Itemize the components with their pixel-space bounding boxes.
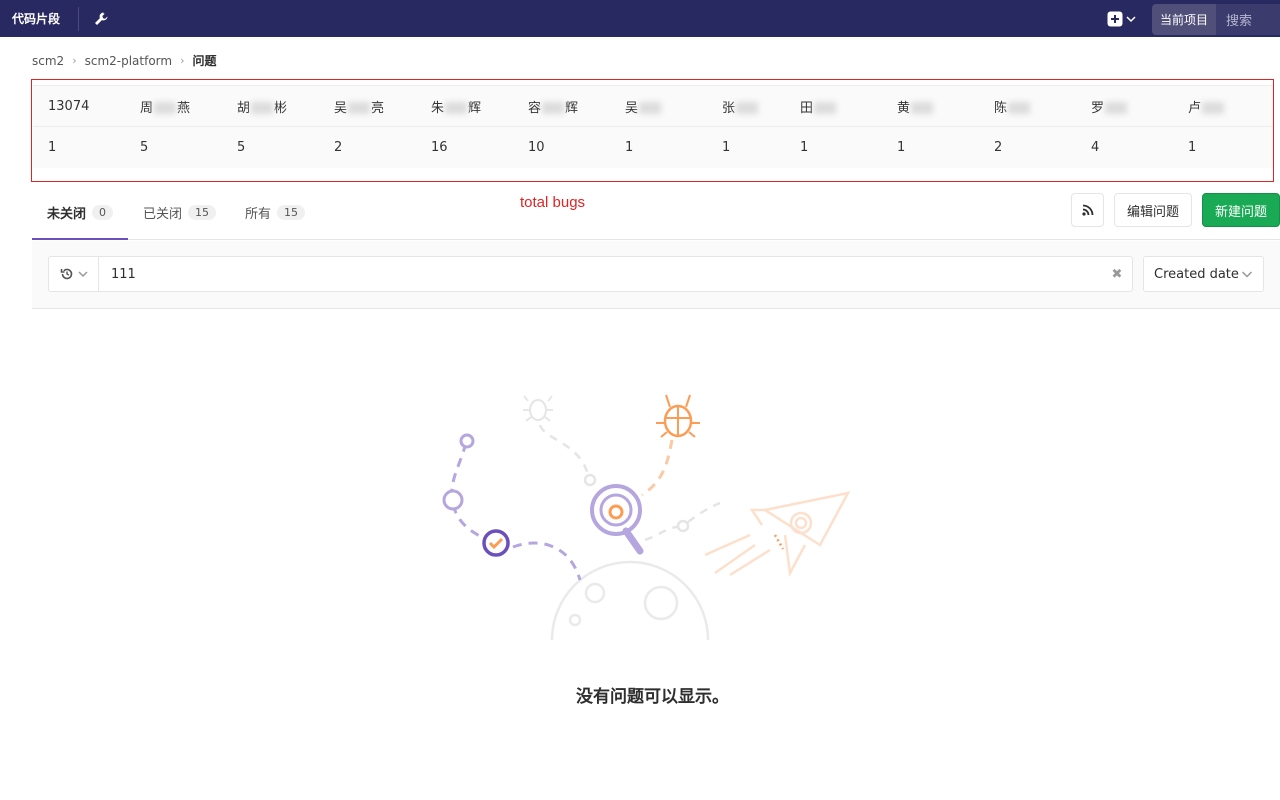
search-input[interactable]: 搜索 bbox=[1216, 3, 1280, 35]
new-issue-button[interactable]: 新建问题 bbox=[1202, 193, 1280, 227]
redacted-mark bbox=[639, 102, 662, 114]
redacted-mark bbox=[814, 102, 837, 114]
stats-value-cell: 1 bbox=[882, 126, 979, 168]
stats-header-cell: 田 bbox=[785, 85, 882, 127]
stats-value-cell: 1 bbox=[707, 126, 785, 168]
tab-opened[interactable]: 未关闭 0 bbox=[32, 186, 128, 240]
tab-all[interactable]: 所有 15 bbox=[245, 186, 306, 239]
stats-value-cell: 2 bbox=[979, 126, 1076, 168]
empty-state-message: 没有问题可以显示。 bbox=[576, 687, 729, 707]
tab-label: 已关闭 bbox=[143, 207, 183, 222]
search-input[interactable]: 111 bbox=[99, 267, 1102, 282]
rss-icon bbox=[1081, 204, 1093, 216]
navbar-divider bbox=[78, 6, 80, 31]
edit-issues-button[interactable]: 编辑问题 bbox=[1114, 193, 1192, 227]
stats-header-cell: 张 bbox=[707, 85, 785, 127]
clear-search-icon[interactable]: ✖ bbox=[1102, 267, 1132, 282]
stats-values-row: 1 5 5 2 16 10 1 1 1 1 2 4 1 bbox=[33, 126, 1273, 168]
stats-header-cell: 吴亮 bbox=[319, 85, 416, 127]
plus-square-icon bbox=[1107, 11, 1123, 26]
breadcrumb-chevron-icon: › bbox=[180, 54, 185, 67]
admin-wrench-icon[interactable] bbox=[89, 7, 113, 31]
stats-header-cell: 吴 bbox=[610, 85, 707, 127]
snippets-link[interactable]: 代码片段 bbox=[0, 10, 72, 27]
sort-label: Created date bbox=[1154, 266, 1239, 282]
stats-value-cell: 16 bbox=[416, 126, 513, 168]
rss-button[interactable] bbox=[1071, 193, 1104, 227]
stats-header-cell: 胡彬 bbox=[222, 85, 319, 127]
stats-header-cell: 朱辉 bbox=[416, 85, 513, 127]
redacted-mark bbox=[445, 102, 468, 114]
chevron-down-icon bbox=[1126, 15, 1136, 22]
stats-header-cell: 13074 bbox=[33, 85, 125, 127]
redacted-mark bbox=[251, 102, 274, 114]
stats-value-cell: 1 bbox=[610, 126, 707, 168]
bug-stats-box: 13074 周燕 胡彬 吴亮 朱辉 容辉 吴 张 田 黄 陈 罗 卢 1 5 5… bbox=[31, 79, 1274, 182]
redacted-mark bbox=[542, 102, 565, 114]
stats-header-cell: 罗 bbox=[1076, 85, 1173, 127]
tab-count-badge: 15 bbox=[277, 205, 306, 220]
stats-value-cell: 4 bbox=[1076, 126, 1173, 168]
redacted-mark bbox=[1105, 102, 1128, 114]
redacted-mark bbox=[348, 102, 371, 114]
history-icon bbox=[60, 268, 72, 280]
breadcrumb-project[interactable]: scm2-platform bbox=[85, 54, 173, 68]
stats-value-cell: 10 bbox=[513, 126, 610, 168]
stats-header-cell: 卢 bbox=[1173, 85, 1273, 127]
breadcrumb-chevron-icon: › bbox=[72, 54, 77, 67]
stats-header-row: 13074 周燕 胡彬 吴亮 朱辉 容辉 吴 张 田 黄 陈 罗 卢 bbox=[33, 85, 1273, 127]
bug-stats-table: 13074 周燕 胡彬 吴亮 朱辉 容辉 吴 张 田 黄 陈 罗 卢 1 5 5… bbox=[33, 85, 1273, 168]
tab-label: 未关闭 bbox=[47, 206, 87, 222]
redacted-mark bbox=[154, 102, 177, 114]
stats-value-cell: 1 bbox=[33, 126, 125, 168]
empty-issues-illustration bbox=[442, 394, 851, 641]
stats-value-cell: 2 bbox=[319, 126, 416, 168]
stats-header-cell: 周燕 bbox=[125, 85, 222, 127]
stats-header-cell: 黄 bbox=[882, 85, 979, 127]
tab-count-badge: 0 bbox=[92, 204, 114, 220]
redacted-mark bbox=[911, 102, 934, 114]
filter-bar: 111 ✖ Created date bbox=[32, 241, 1280, 309]
stats-value-cell: 5 bbox=[222, 126, 319, 168]
stats-header-cell: 容辉 bbox=[513, 85, 610, 127]
stats-header-cell: 陈 bbox=[979, 85, 1076, 127]
redacted-mark bbox=[1202, 102, 1225, 114]
breadcrumb-current[interactable]: 问题 bbox=[193, 52, 217, 69]
search-scope-badge[interactable]: 当前项目 bbox=[1151, 3, 1216, 35]
tab-closed[interactable]: 已关闭 15 bbox=[143, 186, 217, 239]
tab-count-badge: 15 bbox=[188, 205, 217, 220]
top-navbar: 代码片段 当前项目 搜索 bbox=[0, 0, 1280, 37]
chevron-down-icon bbox=[77, 271, 88, 278]
recent-searches-dropdown[interactable] bbox=[49, 257, 99, 291]
stats-value-cell: 1 bbox=[785, 126, 882, 168]
breadcrumb: scm2 › scm2-platform › 问题 bbox=[32, 52, 217, 69]
breadcrumb-group[interactable]: scm2 bbox=[32, 54, 64, 68]
tab-label: 所有 bbox=[245, 207, 272, 222]
chevron-down-icon bbox=[1241, 271, 1253, 278]
new-dropdown[interactable] bbox=[1107, 11, 1136, 27]
redacted-mark bbox=[736, 102, 759, 114]
sort-dropdown[interactable]: Created date bbox=[1143, 256, 1264, 292]
redacted-mark bbox=[1008, 102, 1031, 114]
total-bugs-annotation: total bugs bbox=[520, 194, 586, 211]
filtered-search: 111 ✖ bbox=[48, 256, 1133, 292]
stats-value-cell: 1 bbox=[1173, 126, 1273, 168]
stats-value-cell: 5 bbox=[125, 126, 222, 168]
